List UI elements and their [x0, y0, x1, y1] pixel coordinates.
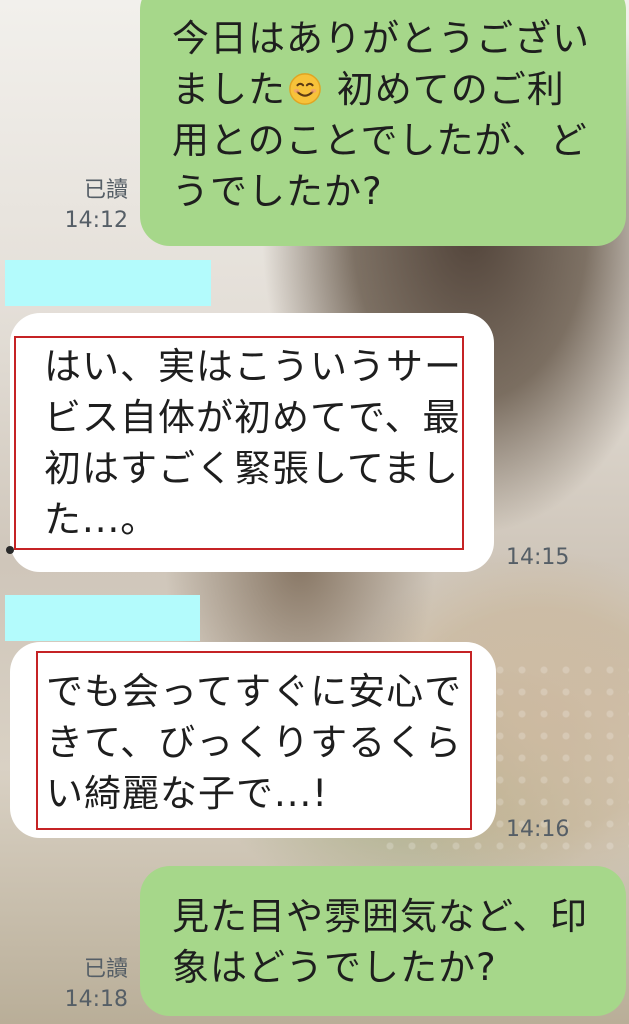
read-receipt-1: 已讀 14:12 — [40, 176, 128, 236]
redacted-name-strip — [5, 260, 211, 306]
highlight-box — [14, 336, 464, 550]
message-time: 14:18 — [64, 987, 128, 1012]
smiling-face-emoji-icon — [289, 73, 321, 105]
message-bubble-outgoing-4[interactable]: 見た目や雰囲気など、印 象はどうでしたか? — [140, 866, 626, 1016]
message-time: 14:15 — [506, 545, 570, 570]
message-bubble-outgoing-1[interactable]: 今日はありがとうござい ました 初めてのご利 用とのことでしたが、ど うでしたか… — [140, 0, 626, 246]
read-receipt-4: 已讀 14:18 — [40, 955, 128, 1015]
redacted-name-strip — [5, 595, 200, 641]
message-time: 14:12 — [64, 208, 128, 233]
bubble-tail — [6, 546, 14, 554]
message-text: 見た目や雰囲気など、印 象はどうでしたか? — [172, 895, 589, 989]
read-label: 已讀 — [83, 957, 128, 982]
message-text: 今日はありがとうござい ました 初めてのご利 用とのことでしたが、ど うでしたか… — [172, 13, 612, 217]
highlight-box — [36, 651, 472, 830]
read-label: 已讀 — [83, 178, 128, 203]
message-time: 14:16 — [506, 817, 570, 842]
